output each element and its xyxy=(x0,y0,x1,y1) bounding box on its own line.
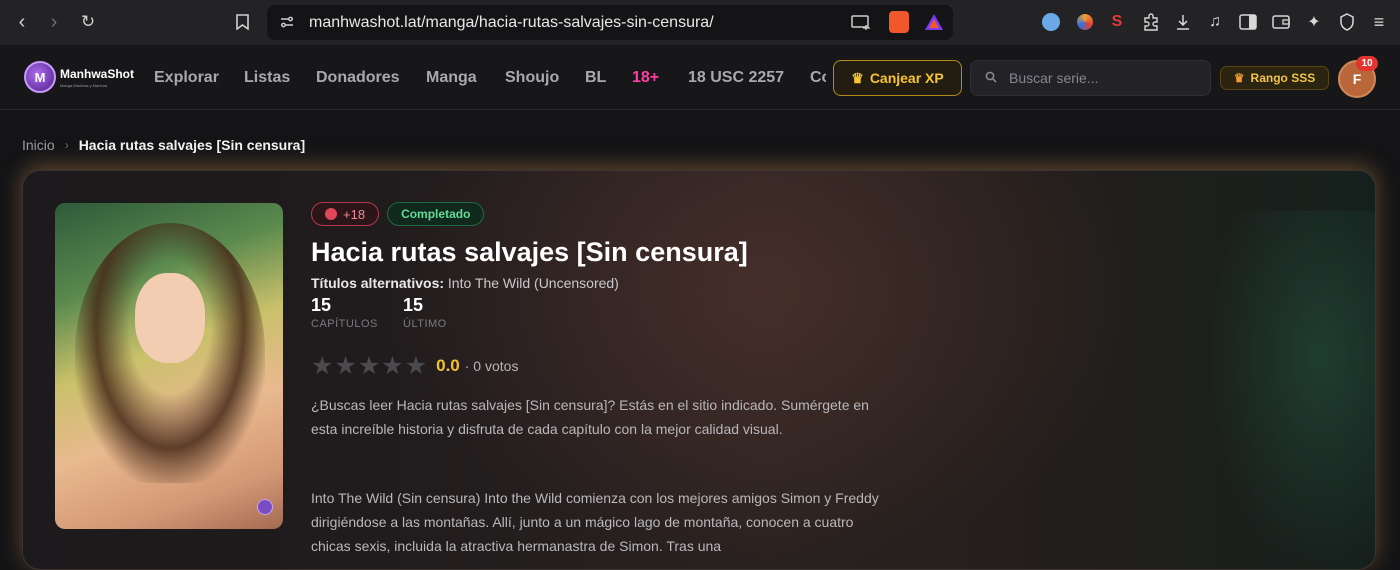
rank-label: Rango SSS xyxy=(1250,71,1316,85)
logo-subtitle: Manga Manhwa y Manhua xyxy=(60,82,108,88)
breadcrumb-home[interactable]: Inicio xyxy=(22,137,55,153)
alt-titles-value: Into The Wild (Uncensored) xyxy=(447,275,619,291)
no-minors-icon xyxy=(325,208,337,220)
breadcrumb: Inicio › Hacia rutas salvajes [Sin censu… xyxy=(22,137,305,153)
star-icon-2[interactable]: ★ xyxy=(334,351,356,381)
search-icon xyxy=(985,70,997,86)
rank-badge[interactable]: ♛ Rango SSS xyxy=(1220,66,1329,90)
extension-1-icon[interactable] xyxy=(1040,11,1062,33)
series-cover-image[interactable] xyxy=(55,203,283,529)
star-icon-5[interactable]: ★ xyxy=(405,351,427,381)
back-icon[interactable]: ‹ xyxy=(8,8,36,36)
breadcrumb-current: Hacia rutas salvajes [Sin censura] xyxy=(78,137,306,153)
nav-donadores[interactable]: Donadores xyxy=(316,69,400,87)
redeem-xp-button[interactable]: ♛ Canjear XP xyxy=(833,60,962,96)
nav-listas[interactable]: Listas xyxy=(244,69,290,87)
breadcrumb-separator: › xyxy=(64,138,69,152)
crown-icon: ♛ xyxy=(1233,71,1245,85)
notification-badge[interactable]: 10 xyxy=(1356,56,1378,71)
status-badge: Completado xyxy=(387,202,485,226)
adult-badge: +18 xyxy=(311,202,380,226)
menu-icon[interactable]: ≡ xyxy=(1368,11,1390,33)
reload-icon[interactable]: ↻ xyxy=(74,8,102,36)
site-header: M ManhwaShot Manga Manhwa y Manhua Explo… xyxy=(0,45,1400,110)
forward-icon[interactable]: › xyxy=(40,8,68,36)
search-input[interactable]: Buscar serie... xyxy=(970,60,1211,96)
nav-usc-2257[interactable]: 18 USC 2257 xyxy=(688,69,784,87)
extensions-icon[interactable] xyxy=(1140,11,1162,33)
series-synopsis: Into The Wild (Sin censura) Into the Wil… xyxy=(311,490,879,554)
series-title: Hacia rutas salvajes [Sin censura] xyxy=(311,237,748,267)
chapters-label: CAPÍTULOS xyxy=(311,318,378,330)
star-icon-1[interactable]: ★ xyxy=(311,351,333,381)
extension-2-icon[interactable] xyxy=(1074,11,1096,33)
nav-manga[interactable]: Manga xyxy=(426,69,477,87)
site-logo[interactable]: M ManhwaShot Manga Manhwa y Manhua xyxy=(24,61,134,93)
site-settings-icon[interactable] xyxy=(279,14,295,35)
bookmark-icon[interactable] xyxy=(228,8,256,36)
nav-explorar[interactable]: Explorar xyxy=(154,69,219,87)
cast-icon[interactable] xyxy=(851,14,871,35)
series-badges: +18 Completado xyxy=(311,202,485,226)
leo-ai-icon[interactable]: ✦ xyxy=(1303,11,1325,33)
rating: ★ ★ ★ ★ ★ 0.0 · 0 votos xyxy=(311,351,518,381)
nav-shoujo[interactable]: Shoujo xyxy=(505,69,559,87)
brave-shield-icon[interactable] xyxy=(889,11,909,33)
redeem-xp-label: Canjear XP xyxy=(869,70,944,86)
watermark-icon xyxy=(257,499,273,515)
nav-bl[interactable]: BL xyxy=(585,69,606,87)
chapters-stat: 15 CAPÍTULOS xyxy=(311,295,378,330)
extension-3-icon[interactable]: S xyxy=(1106,11,1128,33)
rating-score: 0.0 xyxy=(436,356,460,375)
adult-badge-label: +18 xyxy=(343,206,366,222)
url-text: manhwashot.lat/manga/hacia-rutas-salvaje… xyxy=(309,13,714,31)
last-chapter-stat: 15 ÚLTIMO xyxy=(403,295,447,330)
star-icon-4[interactable]: ★ xyxy=(381,351,403,381)
search-placeholder: Buscar serie... xyxy=(1009,70,1099,86)
wallet-icon[interactable] xyxy=(1270,11,1292,33)
address-bar[interactable]: manhwashot.lat/manga/hacia-rutas-salvaje… xyxy=(267,5,953,40)
sidebar-icon[interactable] xyxy=(1237,11,1259,33)
browser-toolbar: ‹ › ↻ manhwashot.lat/manga/hacia-rutas-s… xyxy=(0,0,1400,45)
media-icon[interactable]: ♫ xyxy=(1204,11,1226,33)
nav-adult[interactable]: 18+ xyxy=(632,69,659,87)
series-hero-card: +18 Completado Hacia rutas salvajes [Sin… xyxy=(22,170,1376,570)
star-icon-3[interactable]: ★ xyxy=(358,351,380,381)
logo-title: ManhwaShot xyxy=(60,66,134,81)
last-chapter-label: ÚLTIMO xyxy=(403,318,447,330)
crown-icon: ♛ xyxy=(851,69,864,86)
brave-rewards-icon[interactable] xyxy=(924,13,944,36)
series-description-intro: ¿Buscas leer Hacia rutas salvajes [Sin c… xyxy=(311,397,869,437)
vpn-shield-icon[interactable] xyxy=(1336,11,1358,33)
alt-titles-label: Títulos alternativos: xyxy=(311,275,445,291)
last-chapter-count: 15 xyxy=(403,295,424,315)
downloads-icon[interactable] xyxy=(1172,11,1194,33)
logo-icon: M xyxy=(24,61,56,93)
nav-truncated[interactable]: Co xyxy=(810,69,826,87)
chapters-count: 15 xyxy=(311,295,332,315)
alternative-titles: Títulos alternativos: Into The Wild (Unc… xyxy=(311,275,619,291)
rating-votes: · 0 votos xyxy=(464,358,519,374)
